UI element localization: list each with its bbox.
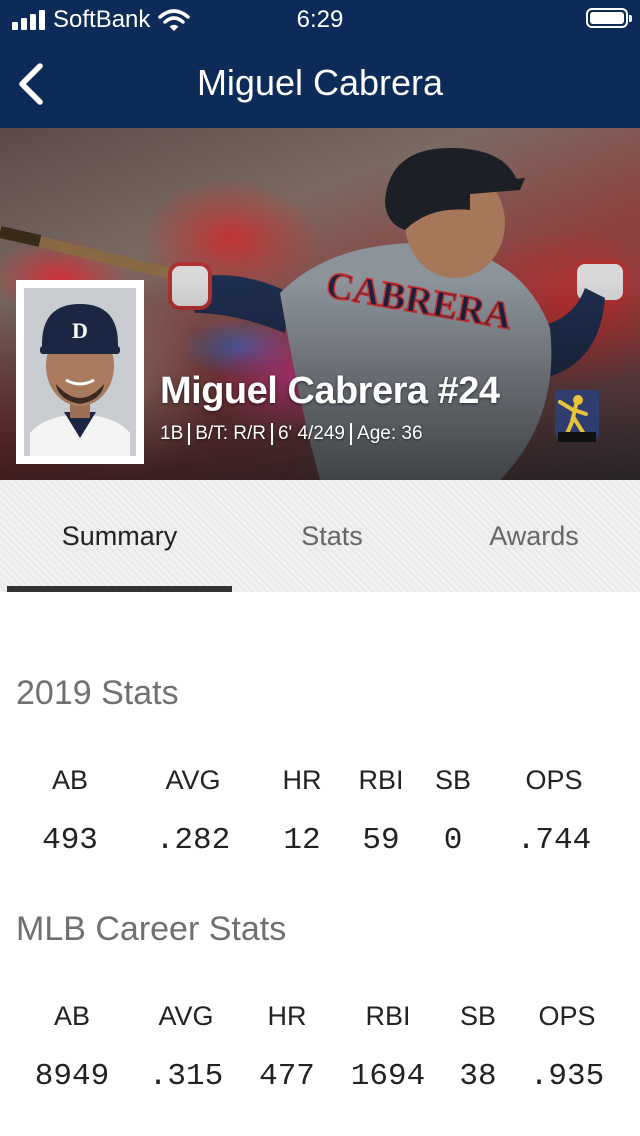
career-stats-title: MLB Career Stats (16, 910, 287, 948)
season-stats-title: 2019 Stats (16, 674, 179, 712)
career-stat-label-ops: OPS (538, 1001, 596, 1031)
player-name-number: Miguel Cabrera #24 (160, 370, 500, 412)
season-stat-value-ops: .744 (516, 823, 592, 858)
season-stat-label-ab: AB (51, 765, 89, 795)
tigers-d-logo: D (72, 318, 88, 343)
divider (270, 423, 273, 445)
divider (350, 423, 353, 445)
tab-stats[interactable]: Stats (232, 480, 432, 592)
career-stat-label-hr: HR (267, 1001, 307, 1031)
status-bar: SoftBank 6:29 (0, 0, 640, 40)
season-stat-label-ops: OPS (525, 765, 583, 795)
player-hero-banner: CABRERA D Miguel Cabrera #24 1B (0, 128, 640, 480)
page-title: Miguel Cabrera (196, 62, 444, 103)
battery-icon (586, 8, 632, 28)
status-time: 6:29 (296, 6, 344, 33)
career-stat-value-ops: .935 (529, 1059, 605, 1094)
career-stat-label-sb: SB (459, 1001, 497, 1031)
player-age: Age: 36 (357, 423, 423, 444)
player-position: 1B (160, 423, 184, 444)
career-stat-label-ab: AB (53, 1001, 91, 1031)
players-choice-logo (555, 390, 599, 442)
player-headshot: D (16, 280, 144, 464)
tab-awards[interactable]: Awards (432, 480, 636, 592)
headshot-portrait: D (24, 288, 136, 456)
tab-bar: Summary Stats Awards (0, 480, 640, 592)
player-height-weight: 6' 4/249 (277, 423, 346, 444)
player-bats-throws: B/T: R/R (195, 423, 266, 444)
season-stat-label-avg: AVG (165, 765, 221, 795)
nav-bar: Miguel Cabrera (0, 40, 640, 128)
divider (188, 423, 191, 445)
active-tab-indicator (7, 586, 232, 592)
season-stat-value-ab: 493 (42, 823, 98, 858)
career-stat-label-avg: AVG (158, 1001, 214, 1031)
season-stat-label-sb: SB (434, 765, 472, 795)
player-bio-line: 1B B/T: R/R 6' 4/249 Age: 36 (160, 420, 423, 448)
career-stat-label-rbi: RBI (365, 1001, 411, 1031)
tab-summary[interactable]: Summary (7, 480, 232, 592)
